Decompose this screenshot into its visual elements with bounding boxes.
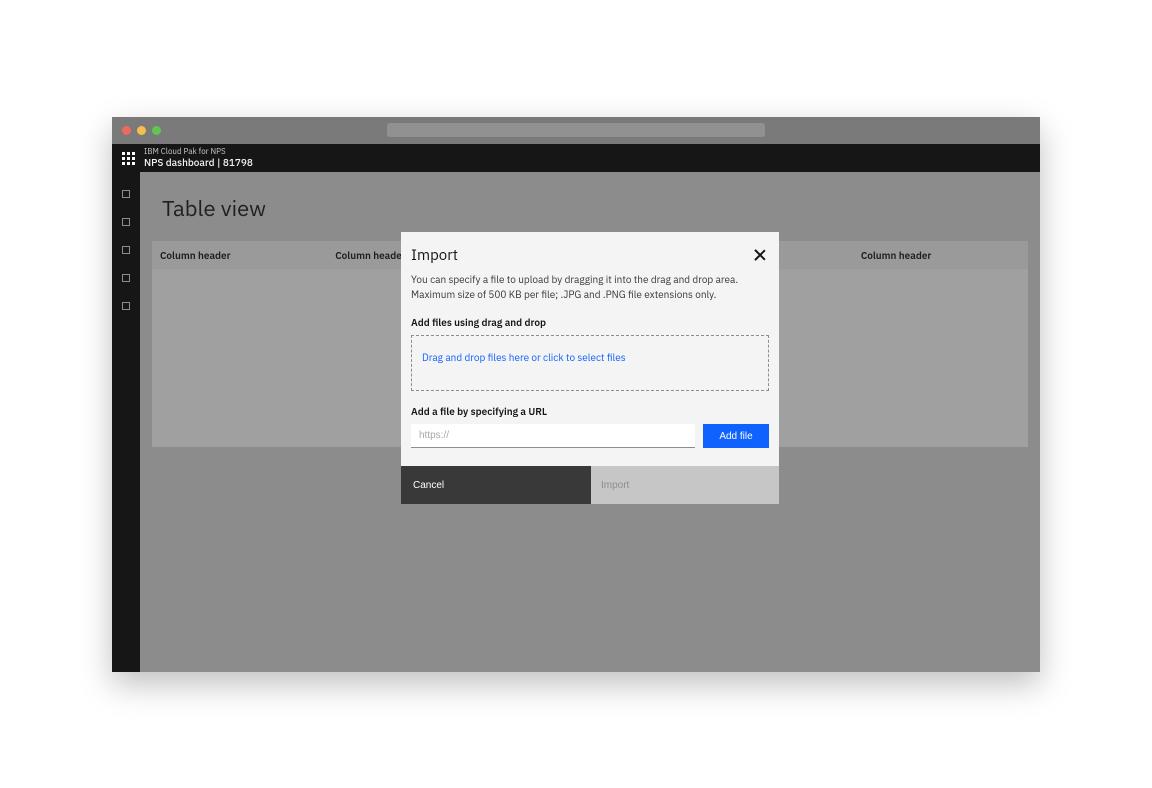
file-dropzone[interactable]: Drag and drop files here or click to sel… (411, 335, 769, 391)
modal-title: Import (411, 246, 458, 265)
page-context-title: NPS dashboard | 81798 (144, 157, 253, 168)
dropzone-hint: Drag and drop files here or click to sel… (422, 351, 626, 364)
nav-item-3-icon[interactable] (122, 246, 130, 254)
url-section-label: Add a file by specifying a URL (411, 405, 769, 418)
app-header: IBM Cloud Pak for NPS NPS dashboard | 81… (112, 144, 1040, 172)
nav-item-2-icon[interactable] (122, 218, 130, 226)
app-header-titles: IBM Cloud Pak for NPS NPS dashboard | 81… (144, 148, 253, 168)
modal-action-bar: Cancel Import (401, 466, 779, 504)
modal-description: You can specify a file to upload by drag… (411, 273, 741, 302)
nav-item-1-icon[interactable] (122, 190, 130, 198)
url-input[interactable] (411, 424, 695, 448)
browser-address-bar[interactable] (387, 123, 765, 137)
zoom-window-icon[interactable] (152, 126, 161, 135)
app-switcher-icon[interactable] (118, 148, 138, 168)
import-modal: Import You can specify a file to upload … (401, 232, 779, 504)
add-file-button[interactable]: Add file (703, 424, 769, 448)
close-icon[interactable] (753, 248, 767, 262)
import-button[interactable]: Import (591, 466, 779, 504)
window-controls (122, 126, 161, 135)
cancel-button[interactable]: Cancel (401, 466, 591, 504)
left-nav-rail (112, 172, 140, 672)
nav-item-4-icon[interactable] (122, 274, 130, 282)
minimize-window-icon[interactable] (137, 126, 146, 135)
macos-titlebar (112, 117, 1040, 144)
close-window-icon[interactable] (122, 126, 131, 135)
nav-item-5-icon[interactable] (122, 302, 130, 310)
browser-window: IBM Cloud Pak for NPS NPS dashboard | 81… (112, 117, 1040, 672)
dragdrop-section-label: Add files using drag and drop (411, 316, 769, 329)
